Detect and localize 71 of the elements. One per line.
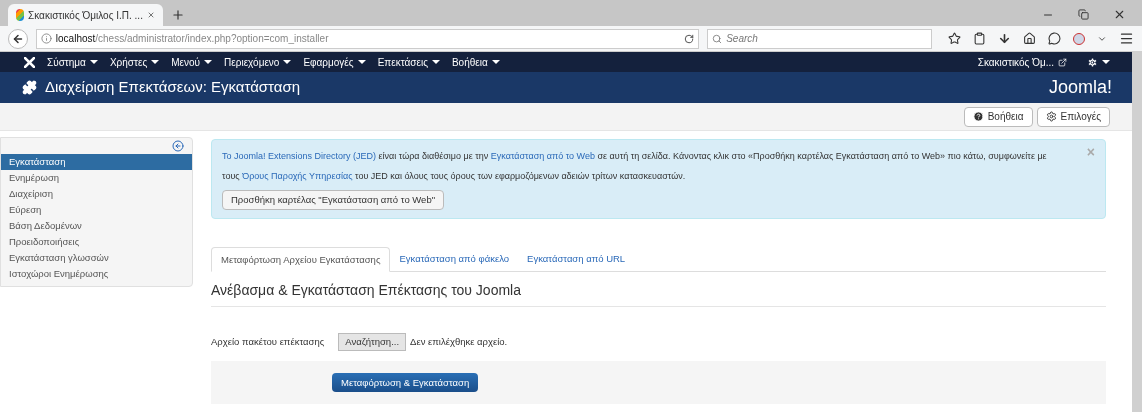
browse-button[interactable]: Αναζήτηση...	[338, 333, 407, 352]
scrollbar[interactable]	[1132, 51, 1142, 412]
gear-icon	[1087, 56, 1098, 68]
site-link[interactable]: Σκακιστικός Όμ...	[977, 54, 1054, 70]
caret-icon	[491, 60, 500, 64]
external-link-icon	[1058, 57, 1067, 67]
alert-link[interactable]: To Joomla! Extensions Directory (JED)	[222, 151, 377, 161]
caret-icon	[1102, 60, 1110, 64]
nav-menu[interactable]: Βοήθεια	[451, 54, 500, 70]
clipboard-icon[interactable]	[973, 32, 986, 45]
nav-menu[interactable]: Σύστημα	[47, 54, 98, 70]
alert-link[interactable]: Εγκατάσταση από το Web	[490, 151, 595, 161]
close-icon[interactable]	[1113, 8, 1126, 21]
caret-icon	[431, 60, 440, 64]
section-heading: Ανέβασμα & Εγκατάσταση Επέκτασης του Joomla	[211, 280, 1106, 308]
restore-icon[interactable]	[1078, 9, 1089, 20]
sidebar-item[interactable]: Διαχείριση	[1, 186, 192, 202]
star-icon[interactable]	[948, 32, 961, 45]
caret-icon	[283, 60, 292, 64]
caret-icon	[204, 60, 213, 64]
nav-menu[interactable]: Μενού	[171, 54, 213, 70]
settings-icon	[1045, 111, 1057, 122]
sidebar-item[interactable]: Εγκατάσταση γλωσσών	[1, 250, 192, 266]
caret-icon	[357, 60, 366, 64]
back-arrow-icon	[11, 32, 24, 45]
nav-menu[interactable]: Περιεχόμενο	[224, 54, 292, 70]
joomla-logo: Joomla!	[1048, 76, 1112, 99]
joomla-logo-icon[interactable]	[24, 56, 35, 68]
menu-icon[interactable]	[1119, 31, 1134, 46]
alert-link[interactable]: Όρους Παροχής Υπηρεσίας	[242, 171, 353, 181]
url-text: localhost/chess/administrator/index.php?option=com_installer	[55, 32, 330, 46]
address-field[interactable]: localhost/chess/administrator/index.php?option=com_installer	[35, 28, 700, 49]
sidebar-item[interactable]: Προειδοποιήσεις	[1, 234, 192, 250]
pdf-icon[interactable]	[1073, 32, 1085, 45]
nav-menu[interactable]: Εφαρμογές	[303, 54, 366, 70]
upload-install-button[interactable]: Μεταφόρτωση & Εγκατάσταση	[332, 373, 479, 393]
settings-menu[interactable]	[1087, 56, 1110, 68]
page-title: Διαχείριση Επεκτάσεων: Εγκατάσταση	[45, 77, 302, 98]
tab[interactable]: Εγκατάσταση από φάκελο	[390, 246, 519, 272]
search-field[interactable]: Search	[707, 28, 932, 49]
joomla-logo-icon	[16, 9, 25, 21]
new-tab-icon[interactable]	[171, 8, 185, 22]
help-icon	[972, 111, 984, 122]
info-icon	[40, 33, 52, 44]
sidebar-item[interactable]: Εύρεση	[1, 202, 192, 218]
chat-icon[interactable]	[1048, 32, 1061, 45]
search-icon	[712, 33, 723, 44]
download-icon[interactable]	[998, 32, 1011, 45]
caret-icon	[151, 60, 160, 64]
home-icon[interactable]	[1023, 32, 1036, 45]
help-button[interactable]: Βοήθεια	[963, 106, 1033, 127]
back-button[interactable]	[8, 28, 28, 49]
browser-tab[interactable]: Σκακιστικός Όμιλος Ι.Π. ...	[8, 4, 163, 26]
nav-menu[interactable]: Επεκτάσεις	[377, 54, 440, 70]
tab[interactable]: Εγκατάσταση από URL	[518, 246, 635, 272]
options-button[interactable]: Επιλογές	[1036, 106, 1110, 127]
puzzle-icon	[22, 80, 37, 95]
caret-icon	[89, 60, 98, 64]
nav-menu[interactable]: Χρήστες	[109, 54, 160, 70]
file-status: Δεν επιλέχθηκε αρχείο.	[410, 335, 508, 349]
reload-icon[interactable]	[684, 33, 695, 44]
collapse-icon[interactable]	[172, 140, 184, 152]
alert-message: To Joomla! Extensions Directory (JED) είναι τώρα διαθέσιμο με την Εγκατάσταση από το Web σε αυτή τη σελίδα. Κάνοντας κλικ στο «Προσθήκη καρτέλας Εγκατάσταση από το Web» πιο κάτω, συμφωνείτε με τους Όρους Παροχής Υπηρεσίας του JED και όλους τους όρους των εφαρμοζόμενων αδειών τρίτων κατασκευαστών.	[222, 150, 1048, 183]
sidebar-item[interactable]: Ενημέρωση	[1, 170, 192, 186]
sidebar-item[interactable]: Ιστοχώροι Ενημέρωσης	[1, 266, 192, 282]
sidebar-item[interactable]: Εγκατάσταση	[1, 154, 192, 170]
tab-title: Σκακιστικός Όμιλος Ι.Π. ...	[28, 8, 143, 23]
tab[interactable]: Μεταφόρτωση Αρχείου Εγκατάστασης	[211, 247, 391, 273]
field-label: Αρχείο πακέτου επέκτασης	[211, 335, 325, 349]
add-web-tab-button[interactable]: Προσθήκη καρτέλας "Εγκατάσταση από το Web"	[222, 190, 445, 211]
sidebar-item[interactable]: Βάση Δεδομένων	[1, 218, 192, 234]
